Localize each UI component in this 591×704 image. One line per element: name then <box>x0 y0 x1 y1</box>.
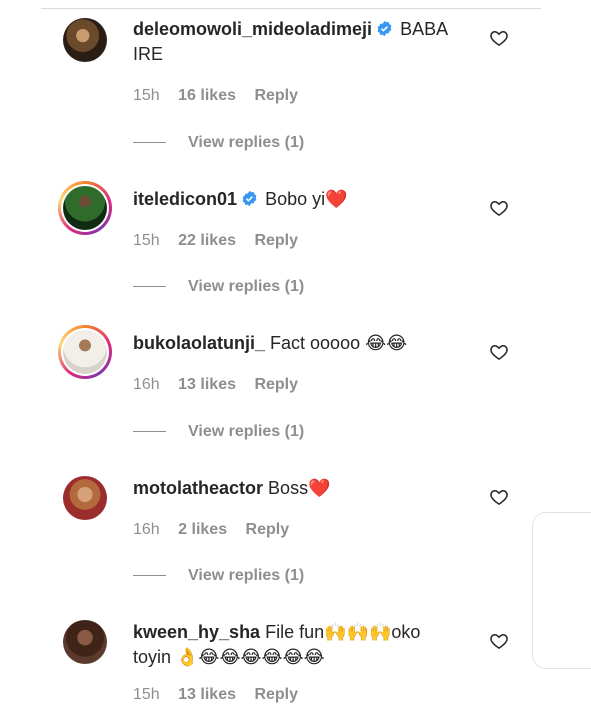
likes-count[interactable]: 2 likes <box>178 521 227 538</box>
verified-badge-icon <box>242 190 257 207</box>
comment-body: deleomowoli_mideoladimeji BABA IRE <box>133 17 463 67</box>
avatar-with-story-ring[interactable] <box>58 325 112 379</box>
avatar-with-story-ring[interactable] <box>58 181 112 235</box>
view-replies-button[interactable]: View replies (1) <box>133 423 304 441</box>
replies-divider <box>133 286 166 288</box>
heart-outline-icon[interactable] <box>489 487 509 507</box>
side-panel-edge <box>532 512 591 669</box>
likes-count[interactable]: 22 likes <box>178 232 236 249</box>
view-replies-button[interactable]: View replies (1) <box>133 278 304 296</box>
comment-body: motolatheactor Boss❤️ <box>133 476 463 501</box>
avatar[interactable] <box>63 476 107 520</box>
heart-outline-icon[interactable] <box>489 342 509 362</box>
view-replies-label: View replies (1) <box>188 134 305 151</box>
comment-meta: 15h 13 likes Reply <box>133 686 312 704</box>
reply-button[interactable]: Reply <box>254 87 298 104</box>
comment-time: 15h <box>133 686 160 703</box>
comment-username[interactable]: kween_hy_sha <box>133 622 260 642</box>
comment-time: 15h <box>133 232 160 249</box>
comment-time: 16h <box>133 521 160 538</box>
comment-body: kween_hy_sha File fun🙌🙌🙌oko toyin 👌😂😂😂😂😂… <box>133 620 463 670</box>
view-replies-label: View replies (1) <box>188 278 305 295</box>
heart-outline-icon[interactable] <box>489 631 509 651</box>
comment-body: iteledicon01 Bobo yi❤️ <box>133 187 463 212</box>
comment-text: Boss❤️ <box>268 478 331 498</box>
comment-meta: 15h 22 likes Reply <box>133 232 312 250</box>
comment-text: Fact ooooo 😂😂 <box>270 333 408 353</box>
header-divider <box>41 0 541 9</box>
avatar[interactable] <box>63 18 107 62</box>
comment-meta: 15h 16 likes Reply <box>133 87 312 105</box>
verified-badge-icon <box>377 20 392 37</box>
replies-divider <box>133 575 166 577</box>
comment-meta: 16h 2 likes Reply <box>133 521 303 539</box>
comment-username[interactable]: iteledicon01 <box>133 189 237 209</box>
likes-count[interactable]: 16 likes <box>178 87 236 104</box>
heart-outline-icon[interactable] <box>489 198 509 218</box>
view-replies-label: View replies (1) <box>188 423 305 440</box>
replies-divider <box>133 431 166 433</box>
comment-username[interactable]: bukolaolatunji_ <box>133 333 265 353</box>
reply-button[interactable]: Reply <box>254 376 298 393</box>
likes-count[interactable]: 13 likes <box>178 686 236 703</box>
view-replies-label: View replies (1) <box>188 567 305 584</box>
avatar[interactable] <box>63 620 107 664</box>
likes-count[interactable]: 13 likes <box>178 376 236 393</box>
comment-username[interactable]: motolatheactor <box>133 478 263 498</box>
reply-button[interactable]: Reply <box>246 521 290 538</box>
replies-divider <box>133 142 166 144</box>
comment-time: 16h <box>133 376 160 393</box>
reply-button[interactable]: Reply <box>254 232 298 249</box>
comment-username[interactable]: deleomowoli_mideoladimeji <box>133 19 372 39</box>
view-replies-button[interactable]: View replies (1) <box>133 567 304 585</box>
comment-meta: 16h 13 likes Reply <box>133 376 312 394</box>
comment-body: bukolaolatunji_ Fact ooooo 😂😂 <box>133 331 463 356</box>
view-replies-button[interactable]: View replies (1) <box>133 134 304 152</box>
comment-time: 15h <box>133 87 160 104</box>
comment-text: Bobo yi❤️ <box>265 189 348 209</box>
reply-button[interactable]: Reply <box>254 686 298 703</box>
heart-outline-icon[interactable] <box>489 28 509 48</box>
